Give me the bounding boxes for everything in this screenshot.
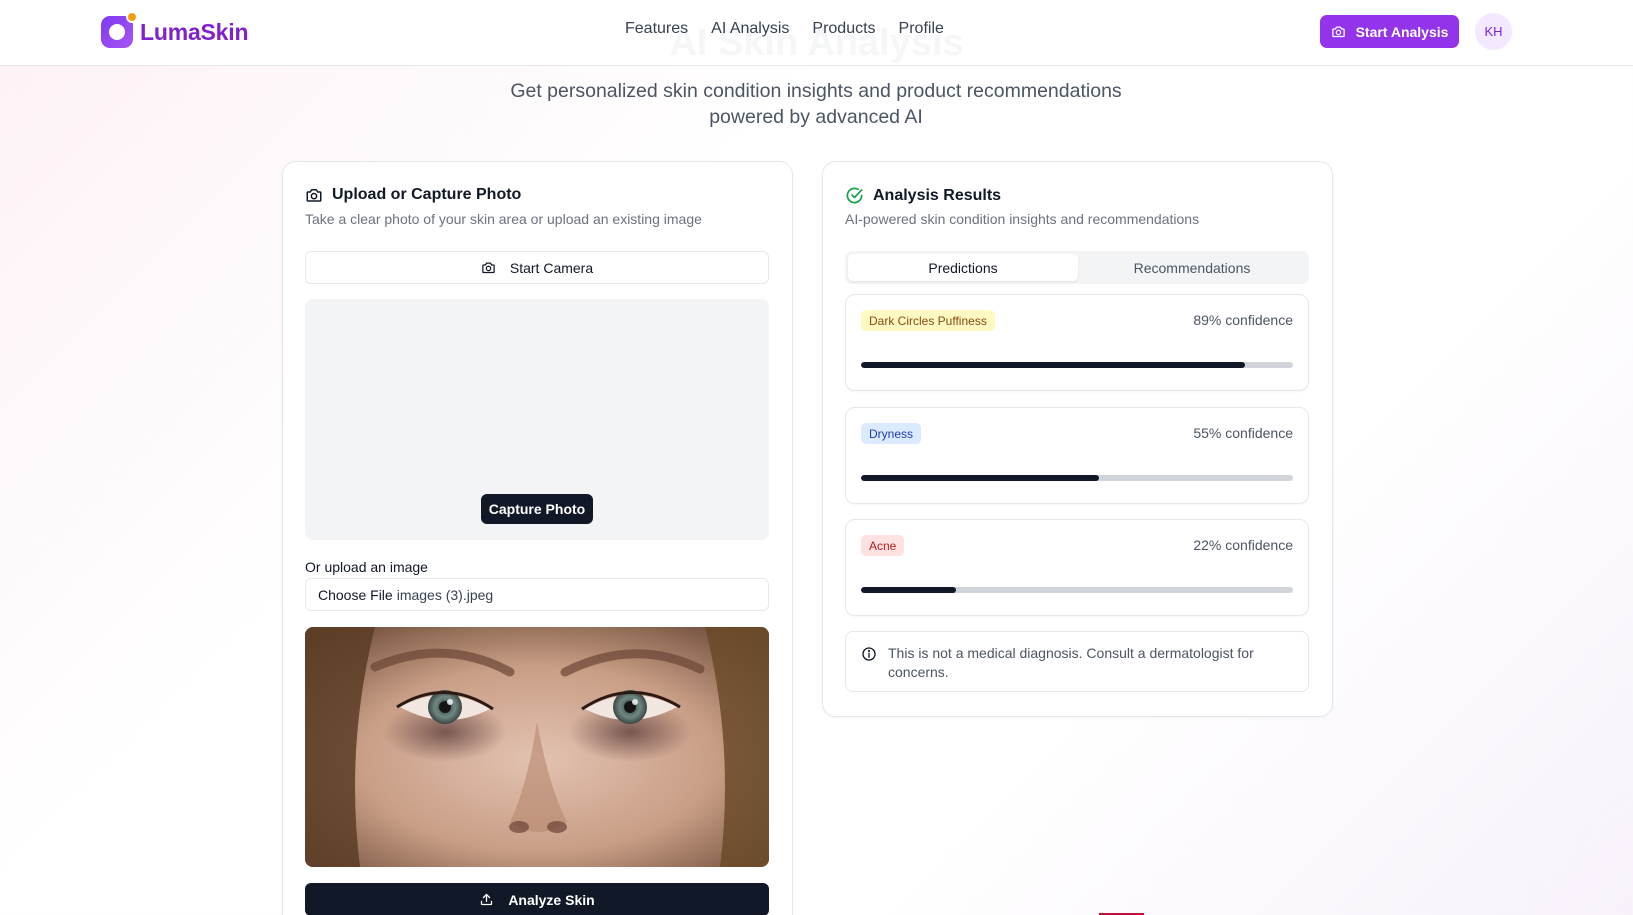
- upload-card-title-text: Upload or Capture Photo: [332, 186, 522, 203]
- top-navbar: AI Skin Analysis LumaSkin Features AI An…: [0, 0, 1633, 66]
- confidence-bar-fill: [861, 475, 1099, 481]
- analyze-skin-label: Analyze Skin: [508, 891, 595, 908]
- confidence-bar-fill: [861, 362, 1246, 368]
- hero-subtitle-line2: powered by advanced AI: [709, 106, 923, 128]
- confidence-bar: [861, 587, 1293, 593]
- brand-name: LumaSkin: [140, 18, 249, 45]
- disclaimer-text: This is not a medical diagnosis. Consult…: [888, 645, 1254, 680]
- nav-ai-analysis[interactable]: AI Analysis: [711, 20, 789, 38]
- nav-features[interactable]: Features: [625, 20, 688, 38]
- analyze-skin-button[interactable]: Analyze Skin: [305, 883, 769, 915]
- tab-recommendations[interactable]: Recommendations: [1078, 254, 1306, 281]
- camera-icon: [1331, 26, 1345, 38]
- confidence-bar: [861, 362, 1293, 368]
- tab-predictions[interactable]: Predictions: [848, 254, 1078, 281]
- medical-disclaimer: This is not a medical diagnosis. Consult…: [845, 631, 1309, 692]
- brand-logo[interactable]: LumaSkin: [101, 11, 249, 52]
- results-card-title: Analysis Results: [845, 186, 1001, 205]
- start-camera-label: Start Camera: [509, 259, 594, 276]
- confidence-bar-fill: [861, 587, 957, 593]
- results-card-subtitle: AI-powered skin condition insights and r…: [845, 211, 1200, 227]
- results-tabs: Predictions Recommendations: [845, 251, 1309, 284]
- upload-card-subtitle: Take a clear photo of your skin area or …: [305, 211, 702, 227]
- start-analysis-button[interactable]: Start Analysis: [1320, 15, 1459, 48]
- upload-card: Upload or Capture Photo Take a clear pho…: [282, 161, 793, 915]
- main-nav: Features AI Analysis Products Profile: [625, 20, 944, 38]
- face-photo: [305, 627, 769, 867]
- results-card: Analysis Results AI-powered skin conditi…: [822, 161, 1333, 717]
- upload-card-title: Upload or Capture Photo: [305, 186, 521, 204]
- info-icon: [862, 647, 876, 661]
- camera-icon: [482, 262, 495, 274]
- camera-preview: Capture Photo: [305, 299, 769, 540]
- logo-icon: [101, 11, 138, 48]
- file-input[interactable]: Choose File images (3).jpeg: [305, 578, 769, 611]
- user-avatar[interactable]: KH: [1475, 13, 1512, 50]
- prediction-card: Dark Circles Puffiness 89% confidence: [845, 294, 1309, 391]
- confidence-bar: [861, 475, 1293, 481]
- camera-icon: [306, 189, 322, 202]
- condition-badge: Acne: [861, 535, 905, 556]
- upload-label: Or upload an image: [305, 559, 428, 575]
- upload-icon: [481, 893, 493, 906]
- condition-badge: Dark Circles Puffiness: [861, 310, 995, 331]
- choose-file-button[interactable]: Choose File: [318, 587, 393, 603]
- selected-file-name: images (3).jpeg: [396, 586, 494, 603]
- uploaded-photo-preview: [305, 627, 769, 867]
- condition-badge: Dryness: [861, 423, 922, 444]
- results-card-title-text: Analysis Results: [873, 186, 1002, 204]
- confidence-text: 22% confidence: [1193, 537, 1293, 553]
- start-analysis-label: Start Analysis: [1355, 23, 1449, 40]
- check-circle-icon: [846, 187, 863, 204]
- nav-products[interactable]: Products: [812, 20, 875, 38]
- prediction-card: Dryness 55% confidence: [845, 407, 1309, 504]
- start-camera-button[interactable]: Start Camera: [305, 251, 769, 284]
- capture-photo-button[interactable]: Capture Photo: [481, 494, 593, 524]
- confidence-text: 89% confidence: [1193, 312, 1293, 328]
- hero-subtitle: Get personalized skin condition insights…: [466, 78, 1166, 130]
- hero-subtitle-line1: Get personalized skin condition insights…: [510, 80, 1122, 102]
- nav-profile[interactable]: Profile: [899, 20, 944, 38]
- prediction-card: Acne 22% confidence: [845, 519, 1309, 616]
- confidence-text: 55% confidence: [1193, 425, 1293, 441]
